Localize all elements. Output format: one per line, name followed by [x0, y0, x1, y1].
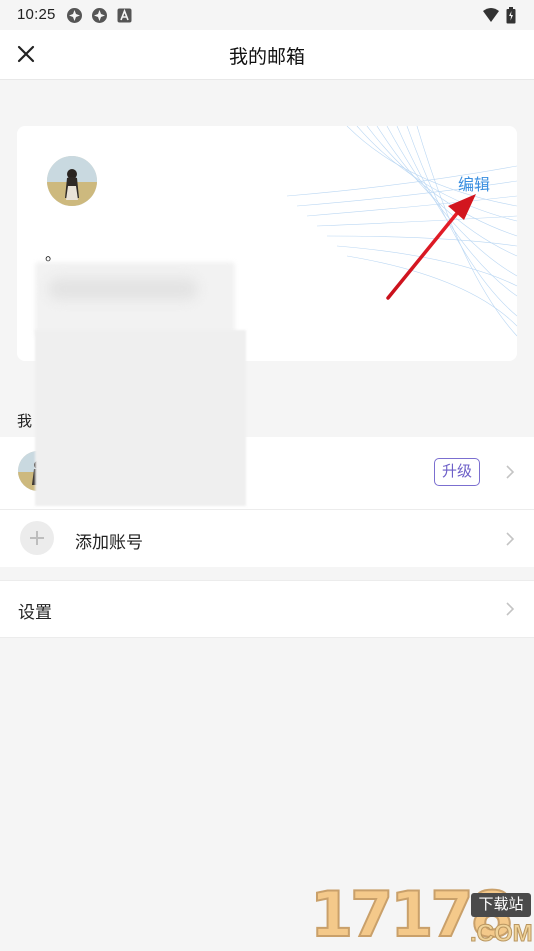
app-header: 我的邮箱	[0, 30, 534, 80]
plus-icon	[20, 521, 54, 555]
watermark-tag: 下载站	[471, 893, 531, 917]
watermark-domain: .COM	[470, 920, 534, 947]
battery-icon	[506, 6, 516, 24]
status-time: 10:25	[17, 6, 56, 23]
redacted-text	[48, 278, 198, 300]
a-box-icon	[117, 8, 132, 23]
annotation-arrow-icon	[386, 194, 476, 300]
circle-badge-icon	[67, 8, 82, 23]
add-account-row[interactable]: 添加账号	[0, 510, 534, 567]
chevron-right-icon	[506, 602, 515, 616]
chevron-right-icon	[506, 465, 515, 479]
settings-row[interactable]: 设置	[0, 580, 534, 638]
avatar-photo	[47, 156, 97, 206]
chevron-right-icon	[506, 532, 515, 546]
circle-badge-icon	[92, 8, 107, 23]
add-account-label: 添加账号	[75, 533, 143, 552]
section-label: 我	[17, 413, 33, 430]
settings-label: 设置	[18, 603, 52, 622]
wifi-icon	[482, 8, 499, 23]
upgrade-button[interactable]: 升级	[434, 458, 480, 486]
page-title: 我的邮箱	[228, 47, 305, 68]
avatar[interactable]	[47, 156, 97, 206]
status-right-icons	[482, 6, 516, 24]
redacted-area	[35, 330, 246, 506]
status-bar: 10:25	[0, 0, 534, 30]
